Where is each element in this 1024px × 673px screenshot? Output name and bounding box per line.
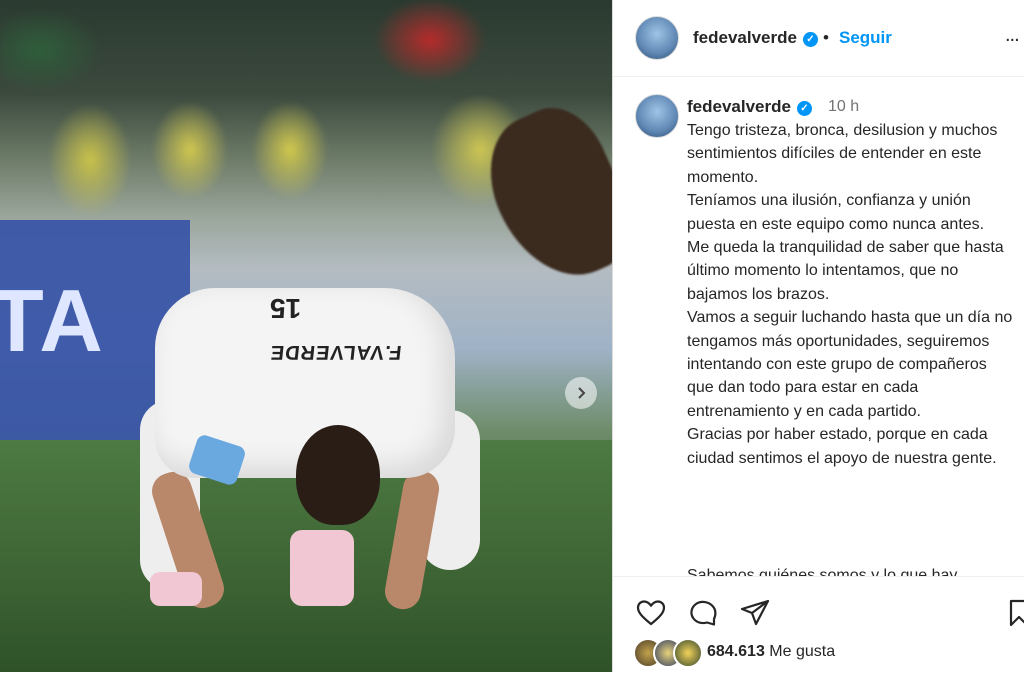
caption-cut-line: Sabemos quiénes somos y lo que hay <box>687 567 958 576</box>
comment-icon[interactable] <box>687 597 719 629</box>
player-head <box>296 425 380 525</box>
jersey-name: F.VALVERDE <box>268 341 403 363</box>
bookmark-icon[interactable] <box>1003 597 1024 629</box>
share-icon[interactable] <box>739 597 771 629</box>
heart-icon[interactable] <box>635 597 667 629</box>
separator-dot: • <box>823 28 829 47</box>
header-username-text[interactable]: fedevalverde <box>693 28 797 47</box>
player-shoe-right <box>290 530 354 606</box>
verified-badge-icon: ✓ <box>796 101 812 116</box>
follow-button[interactable]: Seguir <box>839 28 892 48</box>
post-header: fedevalverde ✓ • Seguir ... <box>613 0 1024 77</box>
likes-number: 684.613 <box>707 643 765 660</box>
post-image[interactable]: TA 15 F.VALVERDE <box>0 0 612 672</box>
caption-username[interactable]: fedevalverde ✓ <box>687 97 812 117</box>
next-image-button[interactable] <box>565 377 597 409</box>
caption-text: Tengo tristeza, bronca, desilusion y muc… <box>687 119 1017 470</box>
header-username[interactable]: fedevalverde ✓ <box>693 28 818 48</box>
liker-avatar <box>673 638 703 668</box>
more-options-button[interactable]: ... <box>1005 24 1020 47</box>
player-shoe-left <box>150 572 202 606</box>
caption-paragraph: Tengo tristeza, bronca, desilusion y muc… <box>687 122 998 186</box>
likes-count[interactable]: 684.613 Me gusta <box>707 643 835 661</box>
caption-paragraph: Vamos a seguir luchando hasta que un día… <box>687 309 1013 420</box>
avatar[interactable] <box>635 16 679 60</box>
caption-avatar[interactable] <box>635 94 679 138</box>
caption-username-text[interactable]: fedevalverde <box>687 97 791 116</box>
board-text: TA <box>0 271 105 370</box>
verified-badge-icon: ✓ <box>802 32 818 47</box>
post-panel: fedevalverde ✓ • Seguir ... fedevalverde ✓… <box>612 0 1024 673</box>
post-time[interactable]: 10 h <box>828 98 859 116</box>
chevron-right-icon <box>578 387 586 399</box>
caption-paragraph: Gracias por haber estado, porque en cada… <box>687 426 997 467</box>
likes-label: Me gusta <box>769 643 836 660</box>
jersey-number: 15 <box>270 293 302 324</box>
caption-paragraph: Teníamos una ilusión, confianza y unión … <box>687 192 985 233</box>
caption-paragraph: Me queda la tranquilidad de saber que ha… <box>687 239 1004 303</box>
